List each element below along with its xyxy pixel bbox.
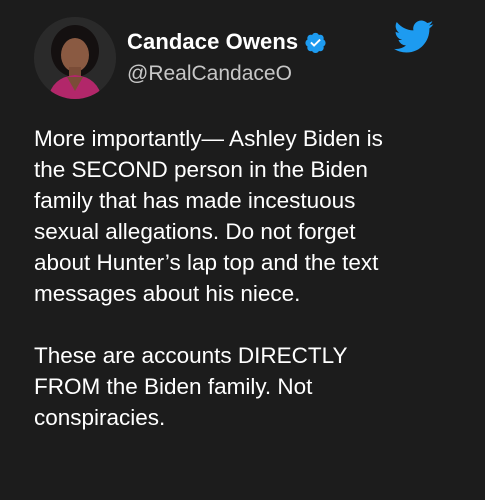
author-handle[interactable]: @RealCandaceO [127, 62, 292, 86]
display-name[interactable]: Candace Owens [127, 29, 298, 55]
tweet-card: Candace Owens @RealCandaceO More importa… [0, 0, 485, 500]
verified-badge-icon [304, 31, 327, 54]
twitter-bird-icon [394, 20, 434, 54]
tweet-paragraph: More importantly— Ashley Biden is the SE… [34, 126, 383, 306]
tweet-paragraph: These are accounts DIRECTLY FROM the Bid… [34, 343, 348, 430]
author-name-row: Candace Owens [127, 29, 327, 55]
avatar[interactable] [34, 17, 116, 99]
avatar-image [34, 17, 116, 99]
tweet-body: More importantly— Ashley Biden is the SE… [34, 123, 454, 433]
